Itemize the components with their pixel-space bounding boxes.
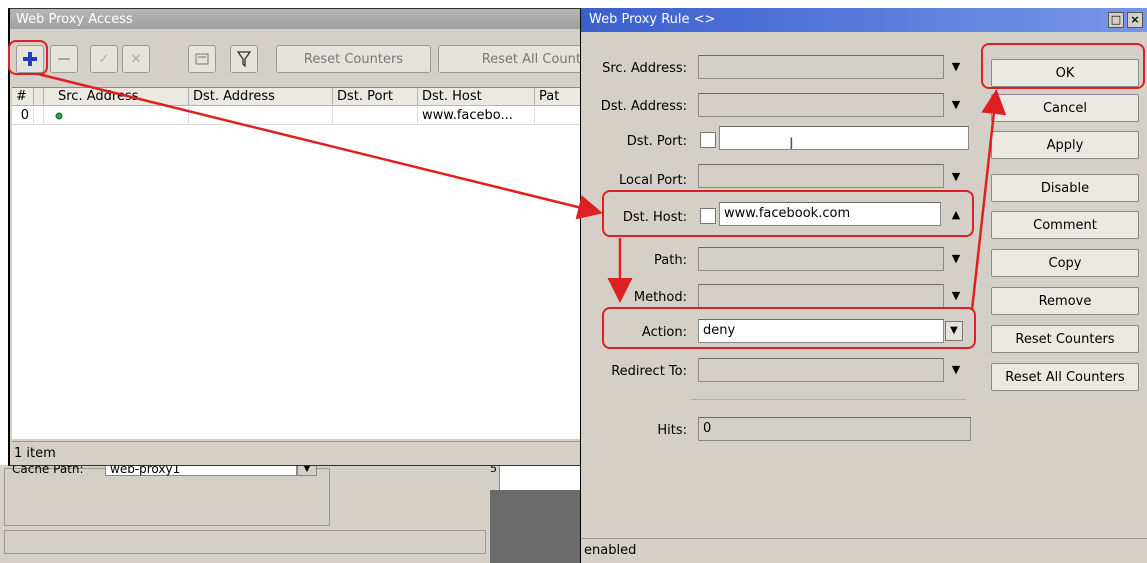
annotation-arrow-action-to-ok xyxy=(970,89,1007,311)
annotation-arrow-add-to-host xyxy=(37,72,603,220)
annotation-arrows xyxy=(37,72,1007,311)
